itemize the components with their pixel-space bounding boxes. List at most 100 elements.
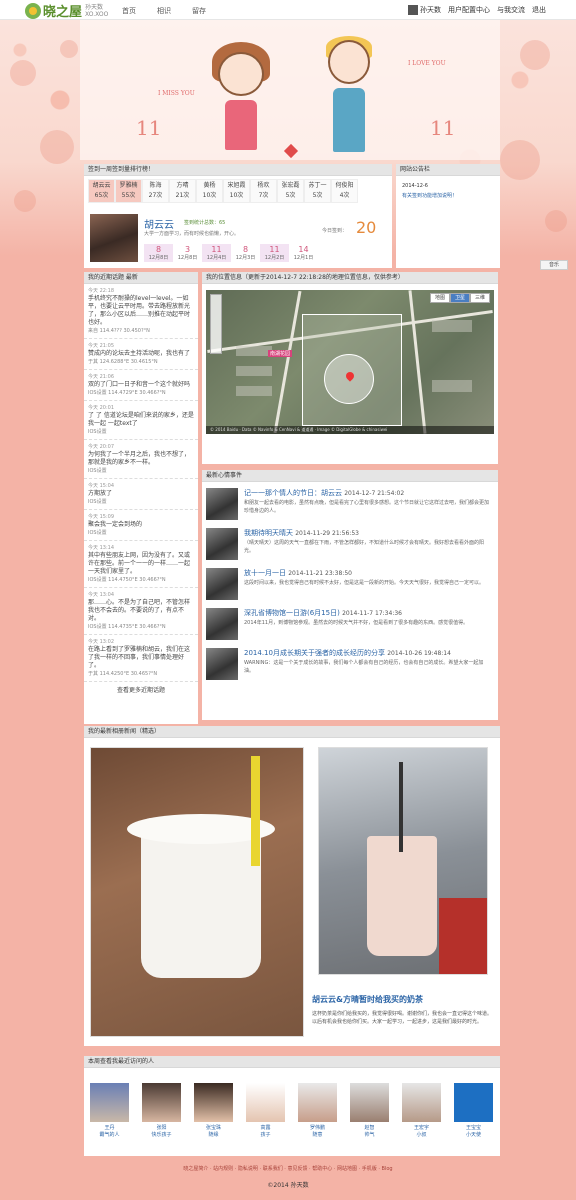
mood-title[interactable]: 我期待明天晴天 <box>244 529 293 537</box>
avatar[interactable] <box>454 1083 493 1122</box>
photo-milk-tea-1[interactable] <box>90 747 304 1037</box>
featured-user-stat: 签到统计总数：65 <box>184 220 226 226</box>
map-zoom-control[interactable] <box>210 294 222 354</box>
rank-item[interactable]: 黄杨 10次 <box>196 179 223 203</box>
mood-date: 2014-11-21 23:38:50 <box>288 570 352 577</box>
daily-count: 8 12月3日 <box>235 245 256 261</box>
mood-date: 2014-10-26 19:48:14 <box>387 650 451 657</box>
map-copyright: © 2014 Baidu · Data © Navinfo & CenNavi … <box>206 426 494 434</box>
mood-item[interactable]: 放十一月一日 2014-11-21 23:38:50 这段时间以来，我也觉得自己… <box>206 568 494 608</box>
moods-title: 最新心情事件 <box>202 470 498 482</box>
mood-item[interactable]: 记一一那个情人的节日：胡云云 2014-12-7 21:54:02 和朋友一起去… <box>206 488 494 528</box>
visitor-card[interactable]: 张阳 快乐孩子 <box>142 1083 181 1139</box>
love-you-text: I LOVE YOU <box>408 60 446 67</box>
moods-panel: 最新心情事件 记一一那个情人的节日：胡云云 2014-12-7 21:54:02… <box>202 470 498 720</box>
topic-item[interactable]: 今天 20:01 了 了 信道论坛是咱们来说的家乡，还是我一起 一起text了 IO… <box>84 401 198 440</box>
rank-item[interactable]: 杨欢 7次 <box>250 179 277 203</box>
visitor-card[interactable]: 王宝宝 小天使 <box>454 1083 493 1139</box>
map-place-label[interactable]: 南湖花园 <box>268 350 293 357</box>
contact-link[interactable]: 与我交流 <box>497 5 525 15</box>
user-menu: 孙天数 用户配置中心 与我交流 退出 <box>408 5 546 15</box>
rank-item[interactable]: 张宏磊 5次 <box>277 179 304 203</box>
footer-links[interactable]: 晓之屋简介 · 站内规则 · 隐私说明 · 联系我们 · 意见反馈 · 帮助中心… <box>0 1165 576 1172</box>
map-type-3d[interactable]: 三维 <box>469 293 490 303</box>
mood-title[interactable]: 2014.10月成长期关于强者的成长经历的分享 <box>244 649 385 657</box>
featured-user-photo[interactable] <box>90 214 138 262</box>
avatar[interactable] <box>350 1083 389 1122</box>
visitor-card[interactable]: 高露 孩子 <box>246 1083 285 1139</box>
book-shape <box>439 898 487 974</box>
footer-copyright: ©2014 孙天数 <box>267 1182 309 1189</box>
avatar[interactable] <box>246 1083 285 1122</box>
site-logo[interactable]: 晓之屋 孙天数 XO.XOO <box>25 2 108 20</box>
photo-post-title[interactable]: 胡云云&方晴暂时给我买的奶茶 <box>312 994 423 1005</box>
mood-item[interactable]: 我期待明天晴天 2014-11-29 21:56:53 （晴天晴天）这周的天气一… <box>206 528 494 568</box>
cup-shape <box>367 836 437 956</box>
topic-item[interactable]: 今天 13:02 在路上看到了罗雅楠和胡云，我们在这了我一样的不回事，我们事情处理… <box>84 635 198 682</box>
user-link[interactable]: 孙天数 <box>408 5 441 15</box>
map-type-satellite[interactable]: 卫星 <box>449 293 470 303</box>
user-center-link[interactable]: 用户配置中心 <box>448 5 490 15</box>
mood-title[interactable]: 深孔省博物馆一日游(6月15日) <box>244 609 340 617</box>
mood-title[interactable]: 放十一月一日 <box>244 569 286 577</box>
location-map[interactable]: 南湖花园 地图 卫星 三维 © 2014 Baidu · Data © Navi… <box>206 290 494 434</box>
visitor-card[interactable]: 王宏宇 小叔 <box>402 1083 441 1139</box>
mood-thumbnail[interactable] <box>206 648 238 680</box>
rank-item[interactable]: 罗雅楠 55次 <box>115 179 142 203</box>
logo-text: 晓之屋 <box>43 5 83 20</box>
mood-thumbnail[interactable] <box>206 608 238 640</box>
visitor-card[interactable]: 王丹 霸气的人 <box>90 1083 129 1139</box>
girl-body <box>225 100 257 150</box>
topic-item[interactable]: 今天 15:09 聚会我一定会到场的 IOS设置 <box>84 510 198 541</box>
topic-item[interactable]: 今天 21:05 赞成内的论坛去主持活动呢，我也有了 于其 124.6288°E 3… <box>84 339 198 370</box>
topic-item[interactable]: 今天 15:04 方期放了 IOS设置 <box>84 479 198 510</box>
more-topics-link[interactable]: 查看更多近期话题 <box>84 682 198 694</box>
topic-item[interactable]: 今天 21:06 双的了门口一日子和音一个这个就好吗 IOS设置 114.4729°… <box>84 370 198 401</box>
visitor-card[interactable]: 赵智 帅气 <box>350 1083 389 1139</box>
music-button[interactable]: 音乐 <box>540 260 568 270</box>
rank-item[interactable]: 方晴 21次 <box>169 179 196 203</box>
avatar[interactable] <box>194 1083 233 1122</box>
mood-thumbnail[interactable] <box>206 568 238 600</box>
avatar[interactable] <box>90 1083 129 1122</box>
location-panel: 我的位置信息（更新于2014-12-7 22:18:28的地理位置信息，仅供参考… <box>202 272 498 464</box>
avatar[interactable] <box>402 1083 441 1122</box>
visitor-card[interactable]: 罗伟鹏 随意 <box>298 1083 337 1139</box>
topic-item[interactable]: 今天 13:14 其中有些朋友上网，因为没有了。又或许在那些。前一个一一的一样……… <box>84 541 198 588</box>
boy-face <box>328 40 370 84</box>
notice-link[interactable]: 有关签到功能增加说明！ <box>402 191 494 201</box>
rank-item[interactable]: 何俊阳 4次 <box>331 179 358 203</box>
photo-milk-tea-2[interactable] <box>318 747 488 975</box>
logout-link[interactable]: 退出 <box>532 5 546 15</box>
featured-user-name[interactable]: 胡云云 <box>144 216 174 231</box>
avatar[interactable] <box>142 1083 181 1122</box>
map-type-switch: 地图 卫星 三维 <box>429 293 490 303</box>
rank-item[interactable]: 胡云云 65次 <box>88 179 115 203</box>
mood-item[interactable]: 深孔省博物馆一日游(6月15日) 2014-11-7 17:34:36 2014… <box>206 608 494 648</box>
daily-counts: 8 12月8日 3 12月8日 11 12月4日 8 12月3日 11 12月2日 14 1… <box>144 244 318 262</box>
today-label: 今日签到： <box>322 228 348 234</box>
notice-title: 网站公告栏 <box>396 164 500 176</box>
rank-item[interactable]: 苏丁一 5次 <box>304 179 331 203</box>
rank-item[interactable]: 陈海 27次 <box>142 179 169 203</box>
mood-thumbnail[interactable] <box>206 488 238 520</box>
nav-item-archive[interactable]: 留存 <box>192 6 206 16</box>
rank-item[interactable]: 宋旭霞 10次 <box>223 179 250 203</box>
nav-item-home[interactable]: 首页 <box>122 6 136 16</box>
nav-item-friends[interactable]: 相识 <box>157 6 171 16</box>
daily-count: 8 12月8日 <box>144 244 173 262</box>
straw-shape <box>399 762 403 852</box>
avatar[interactable] <box>298 1083 337 1122</box>
mood-thumbnail[interactable] <box>206 528 238 560</box>
mood-date: 2014-12-7 21:54:02 <box>344 490 405 497</box>
mood-title[interactable]: 记一一那个情人的节日：胡云云 <box>244 489 342 497</box>
mood-excerpt: 和朋友一起去看的电影，虽然有点晚，但是看完了心里有很多感想。这个节日就让它这样过… <box>244 500 490 514</box>
daily-count: 11 12月4日 <box>202 244 231 262</box>
topic-item[interactable]: 今天 13:04 那……心。不是为了自己吧，不管怎样我也不会去的。不要说的了，有点… <box>84 588 198 635</box>
topic-item[interactable]: 今天 20:07 为何我了一个半月之后，我也不想了，那就是我的家乡不一样。 IOS设… <box>84 440 198 479</box>
mood-item[interactable]: 2014.10月成长期关于强者的成长经历的分享 2014-10-26 19:48… <box>206 648 494 688</box>
visitor-list: 王丹 霸气的人 张阳 快乐孩子 张宝珠 随缘 高露 孩子 罗伟鹏 随意 赵智 帅气 王宏宇小… <box>90 1083 493 1139</box>
map-type-map[interactable]: 地图 <box>429 293 450 303</box>
visitor-card[interactable]: 张宝珠 随缘 <box>194 1083 233 1139</box>
topic-item[interactable]: 今天 22:18 手机终究不耐操的level一level。一如平，也要让云平时用。… <box>84 284 198 339</box>
